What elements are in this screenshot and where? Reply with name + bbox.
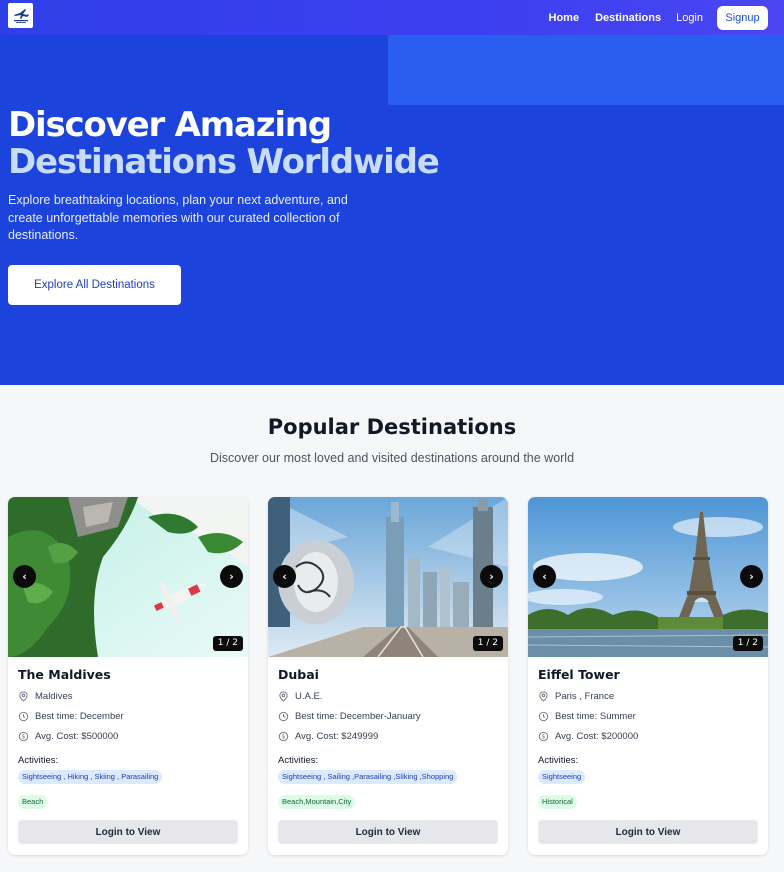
section-title: Popular Destinations (267, 415, 517, 439)
cost-text: Avg. Cost: $249999 (295, 731, 379, 742)
hero-decorative-block (388, 35, 784, 105)
clock-icon (278, 711, 289, 722)
cost-text: Avg. Cost: $200000 (555, 731, 639, 742)
best-time-text: Best time: December-January (295, 711, 421, 722)
card-title: The Maldives (18, 667, 111, 682)
card-title: Eiffel Tower (538, 667, 620, 682)
signup-button[interactable]: Signup (717, 5, 768, 30)
best-time-row: Best time: December-January (278, 711, 421, 722)
destination-card-dubai[interactable]: ‹ › 1 / 2 Dubai U.A.E. Best time: Decemb… (268, 497, 508, 855)
destination-image: ‹ › 1 / 2 (268, 497, 508, 657)
activities-label: Activities: (278, 755, 319, 766)
hero-title-line1: Discover Amazing (8, 105, 332, 145)
cost-row: $ Avg. Cost: $249999 (278, 731, 378, 742)
explore-all-button[interactable]: Explore All Destinations (8, 265, 181, 305)
destination-card-eiffel-tower[interactable]: ‹ › 1 / 2 Eiffel Tower Paris , France Be… (528, 497, 768, 855)
type-chip: Beach,Mountain,City (278, 795, 356, 809)
image-counter: 1 / 2 (732, 636, 763, 651)
location-row: U.A.E. (278, 691, 322, 702)
image-counter: 1 / 2 (212, 636, 243, 651)
cost-row: $ Avg. Cost: $500000 (18, 731, 118, 742)
destination-card-maldives[interactable]: ‹ › 1 / 2 The Maldives Maldives Best tim… (8, 497, 248, 855)
cost-text: Avg. Cost: $500000 (35, 731, 119, 742)
best-time-row: Best time: Summer (538, 711, 636, 722)
hero-title: Discover Amazing Destinations Worldwide (8, 105, 440, 182)
svg-text:$: $ (542, 734, 546, 741)
type-chip: Historical (538, 795, 577, 809)
hero-subtitle: Explore breathtaking locations, plan you… (8, 193, 348, 242)
type-chip: Beach (18, 795, 48, 809)
location-text: Paris , France (555, 691, 615, 702)
nav-link-home[interactable]: Home (549, 12, 580, 24)
clock-icon (538, 711, 549, 722)
best-time-text: Best time: Summer (555, 711, 636, 722)
map-pin-icon (18, 691, 29, 702)
chevron-right-icon[interactable]: › (220, 565, 243, 588)
nav-links: Home Destinations Login Signup (533, 0, 768, 35)
dollar-circle-icon: $ (538, 731, 549, 742)
location-row: Maldives (18, 691, 73, 702)
section-subtitle: Discover our most loved and visited dest… (209, 451, 575, 465)
card-title: Dubai (278, 667, 319, 682)
hero-title-line2: Destinations Worldwide (8, 142, 440, 182)
chevron-right-icon[interactable]: › (740, 565, 763, 588)
login-to-view-button[interactable]: Login to View (538, 820, 758, 844)
svg-text:$: $ (282, 734, 286, 741)
login-to-view-button[interactable]: Login to View (278, 820, 498, 844)
hero-section: Discover Amazing Destinations Worldwide … (0, 35, 784, 385)
svg-text:$: $ (22, 734, 26, 741)
location-row: Paris , France (538, 691, 614, 702)
chevron-left-icon[interactable]: ‹ (13, 565, 36, 588)
destination-image: ‹ › 1 / 2 (528, 497, 768, 657)
dollar-circle-icon: $ (278, 731, 289, 742)
navbar: Home Destinations Login Signup (0, 0, 784, 35)
map-pin-icon (538, 691, 549, 702)
activities-label: Activities: (538, 755, 579, 766)
nav-link-login[interactable]: Login (676, 12, 703, 24)
chevron-right-icon[interactable]: › (480, 565, 503, 588)
clock-icon (18, 711, 29, 722)
best-time-row: Best time: December (18, 711, 124, 722)
location-text: U.A.E. (295, 691, 323, 702)
location-text: Maldives (35, 691, 73, 702)
image-counter: 1 / 2 (472, 636, 503, 651)
activities-chip: Sightseeing (538, 770, 586, 784)
popular-destinations-section: Popular Destinations Discover our most l… (0, 385, 784, 872)
cost-row: $ Avg. Cost: $200000 (538, 731, 638, 742)
activities-label: Activities: (18, 755, 59, 766)
airplane-logo-icon[interactable] (8, 3, 33, 28)
chevron-left-icon[interactable]: ‹ (533, 565, 556, 588)
map-pin-icon (278, 691, 289, 702)
dollar-circle-icon: $ (18, 731, 29, 742)
login-to-view-button[interactable]: Login to View (18, 820, 238, 844)
activities-chip: Sightseeing , Sailing ,Parasailing ,Slik… (278, 770, 458, 784)
destination-image: ‹ › 1 / 2 (8, 497, 248, 657)
best-time-text: Best time: December (35, 711, 124, 722)
chevron-left-icon[interactable]: ‹ (273, 565, 296, 588)
nav-link-destinations[interactable]: Destinations (595, 12, 661, 24)
activities-chip: Sightseeing , Hiking , Skiing , Parasail… (18, 770, 163, 784)
